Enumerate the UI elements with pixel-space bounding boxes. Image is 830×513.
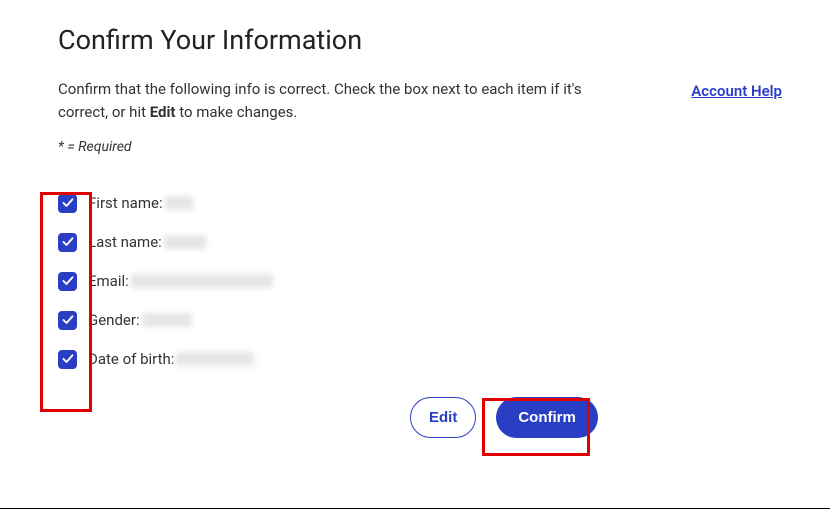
field-row-first-name: First name: — [58, 193, 772, 213]
check-icon — [62, 236, 74, 248]
field-row-last-name: Last name: — [58, 232, 772, 252]
redacted-value — [142, 313, 192, 327]
field-label: Date of birth: — [88, 350, 174, 368]
required-legend: * = Required — [58, 139, 772, 155]
check-icon — [62, 353, 74, 365]
redacted-value — [131, 274, 273, 288]
checkbox-email[interactable] — [58, 272, 77, 291]
checkbox-last-name[interactable] — [58, 233, 77, 252]
page-title: Confirm Your Information — [58, 24, 772, 56]
instruction-bold: Edit — [150, 103, 176, 121]
bottom-border — [0, 508, 830, 509]
account-help-link[interactable]: Account Help — [691, 82, 782, 100]
redacted-value — [165, 196, 193, 210]
field-row-dob: Date of birth: — [58, 349, 772, 369]
field-label: Email: — [88, 272, 129, 290]
check-icon — [62, 314, 74, 326]
field-label: First name: — [88, 194, 163, 212]
redacted-value — [176, 352, 254, 366]
confirm-button[interactable]: Confirm — [496, 397, 598, 438]
checkbox-dob[interactable] — [58, 350, 77, 369]
field-label: Last name: — [88, 233, 162, 251]
instruction-text: Confirm that the following info is corre… — [58, 78, 598, 123]
field-label: Gender: — [88, 311, 140, 329]
field-row-email: Email: — [58, 271, 772, 291]
check-icon — [62, 275, 74, 287]
button-row: Edit Confirm — [410, 397, 772, 438]
field-row-gender: Gender: — [58, 310, 772, 330]
redacted-value — [164, 235, 206, 249]
checkbox-gender[interactable] — [58, 311, 77, 330]
edit-button[interactable]: Edit — [410, 397, 476, 438]
checkbox-first-name[interactable] — [58, 194, 77, 213]
instruction-pre: Confirm that the following info is corre… — [58, 80, 582, 121]
fields-list: First name: Last name: Email: Gender: Da… — [58, 193, 772, 369]
check-icon — [62, 197, 74, 209]
instruction-post: to make changes. — [176, 103, 298, 121]
